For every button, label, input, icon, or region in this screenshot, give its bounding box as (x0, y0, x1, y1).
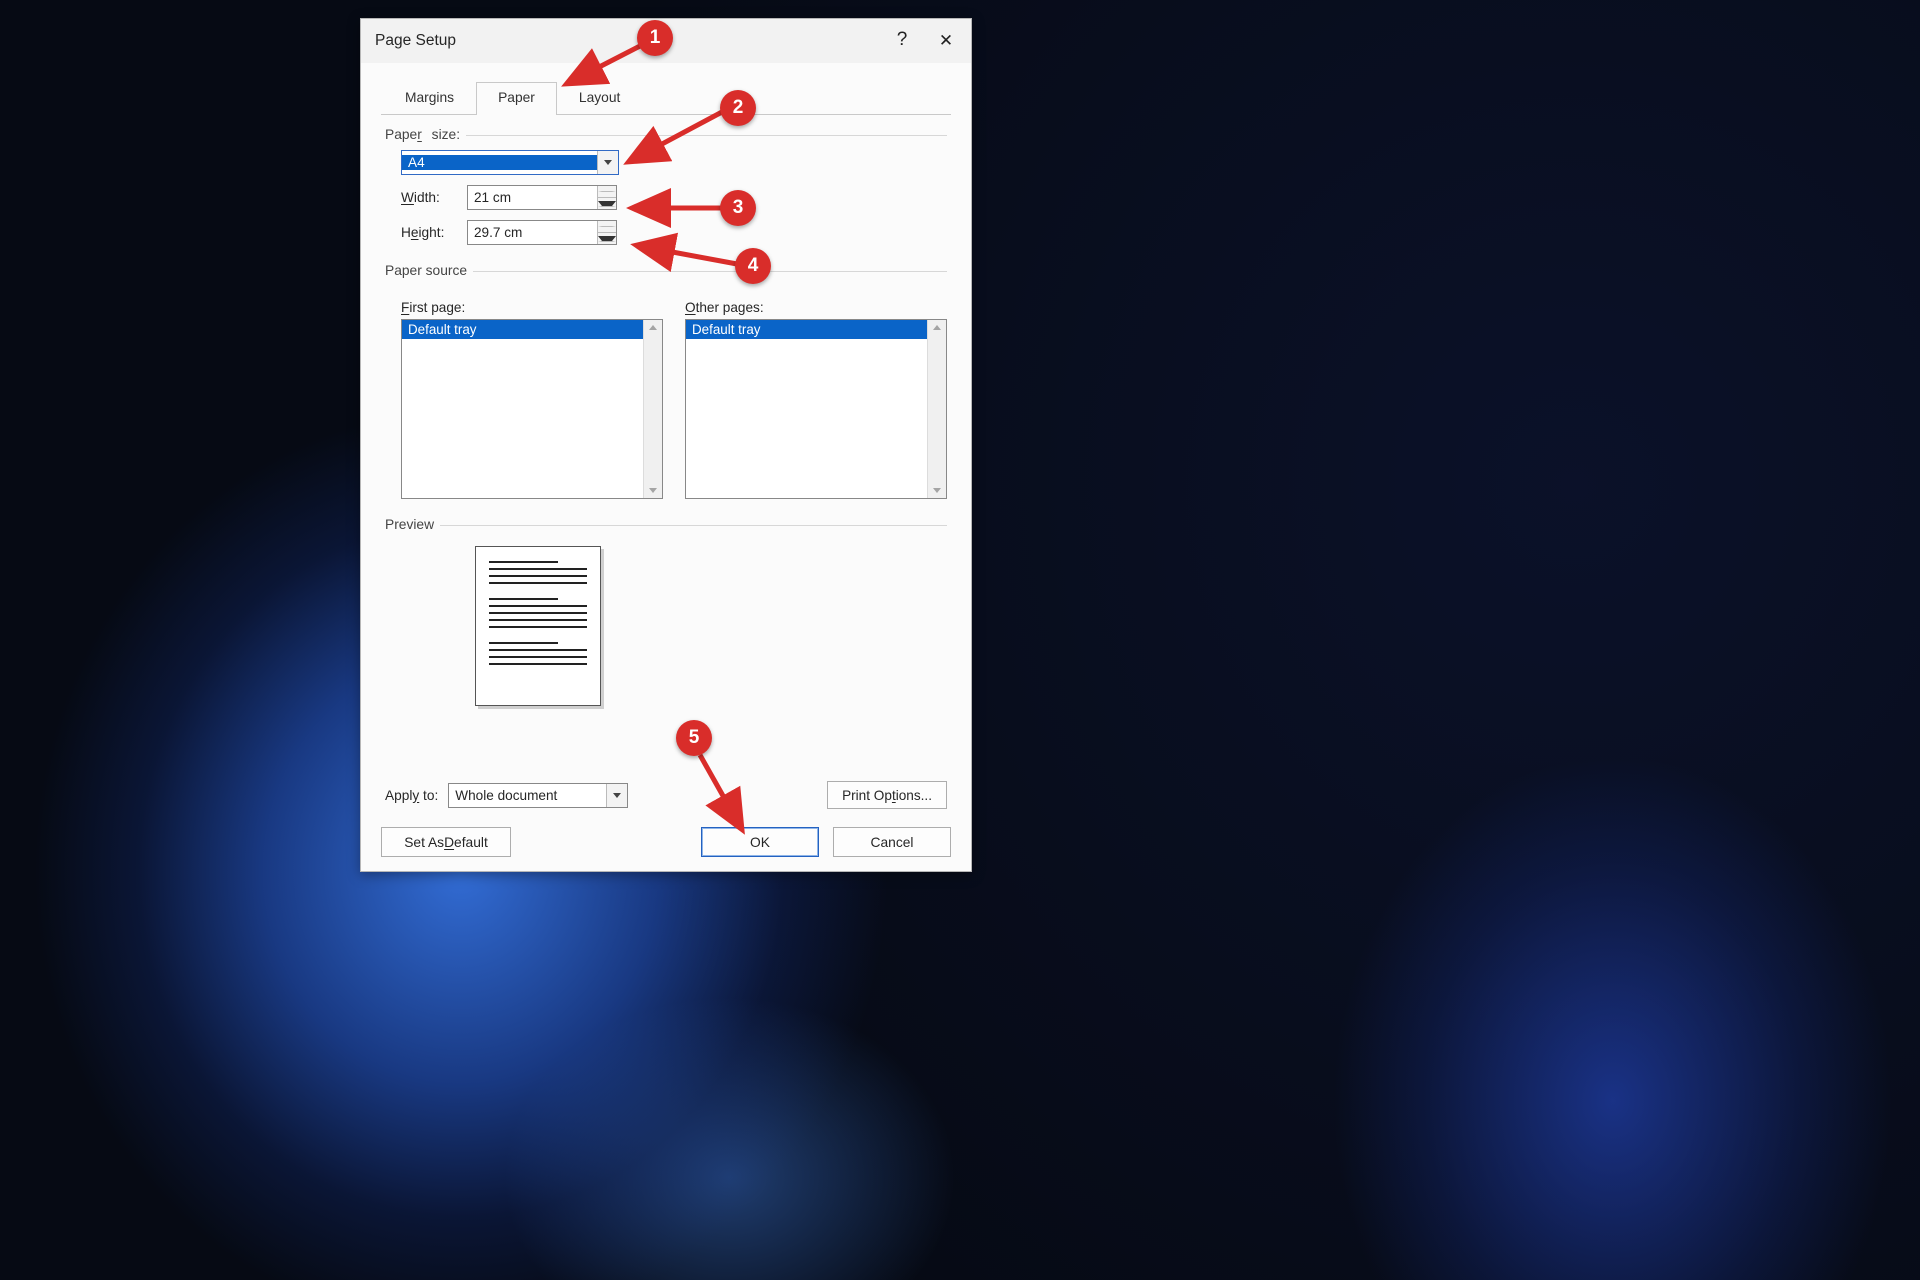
first-page-label: First page: (401, 300, 663, 315)
callout-1: 1 (637, 20, 673, 56)
dialog-title: Page Setup (375, 32, 456, 50)
spinner-down-icon[interactable] (598, 233, 616, 244)
spinner-up-icon[interactable] (598, 221, 616, 233)
spinner-up-icon[interactable] (598, 186, 616, 198)
preview-area (385, 546, 947, 706)
ok-button[interactable]: OK (701, 827, 819, 857)
other-pages-item[interactable]: Default tray (686, 320, 927, 339)
width-value: 21 cm (468, 190, 597, 205)
tab-margins[interactable]: Margins (383, 82, 476, 114)
other-pages-list[interactable]: Default tray (685, 319, 947, 499)
other-pages-label: Other pages: (685, 300, 947, 315)
page-setup-dialog: Page Setup ? ✕ Margins Paper Layout Pape… (360, 18, 972, 872)
apply-to-value: Whole document (449, 788, 606, 803)
print-options-button[interactable]: Print Options... (827, 781, 947, 809)
callout-2: 2 (720, 90, 756, 126)
width-spinner[interactable]: 21 cm (467, 185, 617, 210)
chevron-down-icon[interactable] (597, 151, 618, 174)
dialog-footer: Set As Default OK Cancel (381, 827, 951, 857)
group-preview: Preview (385, 517, 947, 532)
group-paper-source: Paper source (385, 263, 947, 278)
first-page-item[interactable]: Default tray (402, 320, 643, 339)
paper-size-value: A4 (402, 155, 597, 170)
paper-tab-body: Paper size: A4 Width: 21 cm Height: (385, 125, 947, 809)
close-icon[interactable]: ✕ (937, 31, 955, 51)
scrollbar[interactable] (927, 320, 946, 498)
tabs: Margins Paper Layout (383, 82, 642, 114)
tab-paper[interactable]: Paper (476, 82, 557, 114)
tab-layout[interactable]: Layout (557, 82, 642, 114)
preview-page (475, 546, 601, 706)
first-page-list[interactable]: Default tray (401, 319, 663, 499)
height-spinner[interactable]: 29.7 cm (467, 220, 617, 245)
spinner-down-icon[interactable] (598, 198, 616, 209)
apply-to-label: Apply to: (385, 788, 438, 803)
group-paper-size: Paper size: (385, 127, 947, 142)
set-default-button[interactable]: Set As Default (381, 827, 511, 857)
height-value: 29.7 cm (468, 225, 597, 240)
callout-5: 5 (676, 720, 712, 756)
width-label: Width: (401, 190, 467, 205)
help-icon[interactable]: ? (893, 31, 911, 48)
chevron-down-icon[interactable] (606, 784, 627, 807)
scrollbar[interactable] (643, 320, 662, 498)
paper-size-combo[interactable]: A4 (401, 150, 619, 175)
callout-4: 4 (735, 248, 771, 284)
callout-3: 3 (720, 190, 756, 226)
apply-to-combo[interactable]: Whole document (448, 783, 628, 808)
cancel-button[interactable]: Cancel (833, 827, 951, 857)
height-label: Height: (401, 225, 467, 240)
